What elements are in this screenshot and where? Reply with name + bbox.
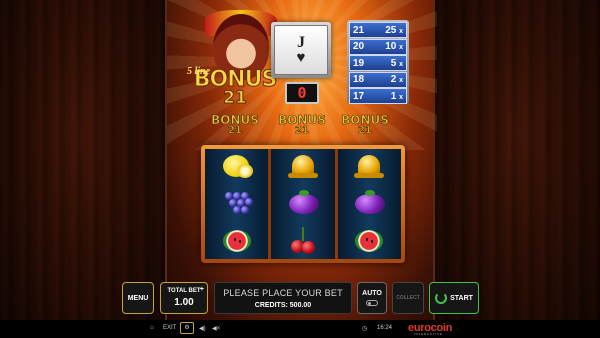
start-label: START — [450, 294, 473, 302]
start-button[interactable]: START — [429, 282, 479, 314]
credits-display: CREDITS: 500.00 — [254, 302, 312, 309]
menu-button[interactable]: MENU — [122, 282, 154, 314]
message-box: PLEASE PLACE YOUR BET CREDITS: 500.00 — [214, 282, 352, 314]
clock-time: 16:24 — [377, 325, 393, 331]
lemon-icon — [217, 152, 257, 182]
total-bet-button[interactable]: TOTAL BET + 1.00 — [160, 282, 208, 314]
spin-icon — [435, 292, 448, 304]
paytable-row: 19 5 x — [349, 55, 407, 71]
watermelon-icon — [349, 226, 389, 256]
footer-bar: ⌂ EXIT ⚙ ◀) ◀× ◷ 16:24 eurocoin INTERACT… — [0, 320, 600, 338]
sound-icon[interactable]: ◀) — [199, 325, 206, 332]
home-icon[interactable]: ⌂ — [150, 325, 154, 331]
paytable-row: 18 2 x — [349, 71, 407, 88]
plus-icon: + — [199, 286, 204, 293]
mute-icon[interactable]: ◀× — [212, 325, 220, 332]
collect-button[interactable]: COLLECT — [392, 282, 424, 314]
playing-card: J ♥ — [271, 22, 331, 78]
paytable-row: 20 10 x — [349, 38, 407, 55]
status-message: PLEASE PLACE YOUR BET — [223, 288, 343, 298]
bonus-logo-reel-1: BONUS 21 — [207, 114, 263, 138]
clock-icon: ◷ — [362, 326, 368, 332]
paytable-row: 21 25 x — [349, 22, 407, 38]
total-bet-label: TOTAL BET — [167, 288, 201, 294]
grapes-icon — [217, 189, 257, 219]
points-counter: 0 — [285, 82, 319, 104]
paytable: 21 25 x 20 10 x 19 5 x 18 2 x 17 1 x — [347, 20, 409, 104]
bell-icon — [349, 152, 389, 182]
reel-3 — [337, 149, 401, 259]
heart-suit-icon: ♥ — [296, 49, 306, 66]
card-rank: J — [297, 34, 305, 51]
bonus-logo-reel-3: BONUS 21 — [337, 114, 393, 138]
game-logo: 5 line BONUS 21 — [185, 10, 285, 110]
reel-1 — [205, 149, 269, 259]
auto-label: AUTO — [362, 290, 382, 297]
watermelon-icon — [217, 226, 257, 256]
total-bet-value: 1.00 — [174, 297, 194, 308]
plum-icon — [283, 189, 323, 219]
logo-number: 21 — [223, 88, 248, 108]
settings-icon[interactable]: ⚙ — [180, 322, 194, 334]
bell-icon — [283, 152, 323, 182]
bonus-logo-reel-2: BONUS 21 — [274, 114, 330, 138]
exit-link[interactable]: EXIT — [163, 325, 176, 331]
toggle-icon — [366, 300, 378, 306]
brand-subtitle: INTERACTIVE — [414, 332, 443, 336]
logo-text: 5 line BONUS 21 — [185, 66, 285, 108]
cherries-icon — [283, 226, 323, 256]
auto-button[interactable]: AUTO — [357, 282, 387, 314]
plum-icon — [349, 189, 389, 219]
logo-prefix: 5 line — [187, 66, 211, 77]
reel-frame — [201, 145, 405, 263]
reel-2 — [271, 149, 335, 259]
control-bar: MENU TOTAL BET + 1.00 PLEASE PLACE YOUR … — [0, 282, 600, 318]
paytable-row: 17 1 x — [349, 88, 407, 104]
